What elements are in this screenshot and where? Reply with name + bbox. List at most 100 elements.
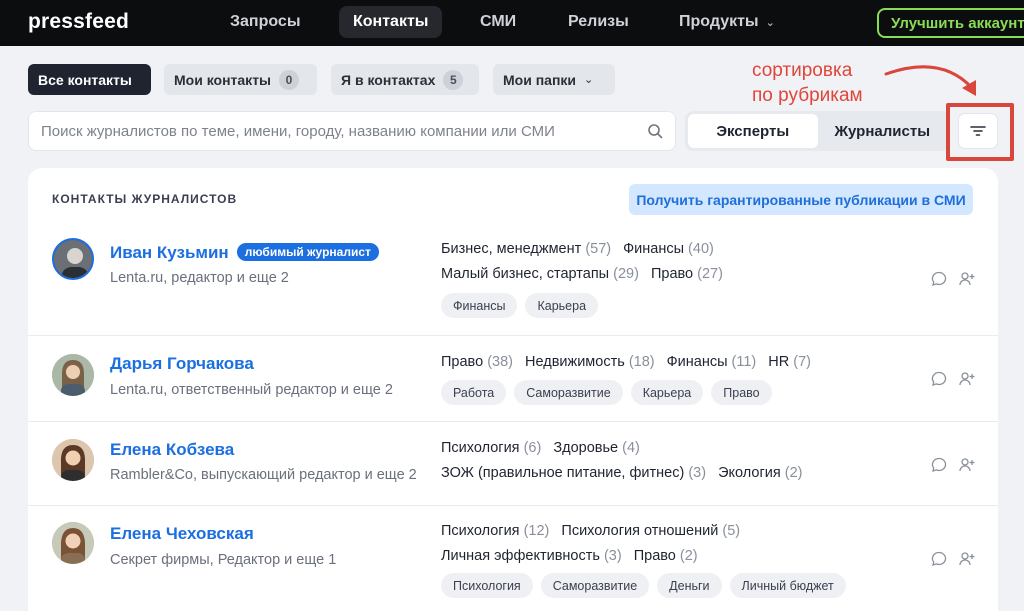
chip-label: Мои папки (503, 71, 577, 88)
contact-name[interactable]: Дарья Горчакова (110, 354, 254, 374)
filter-my-folders[interactable]: Мои папки ⌄ (493, 64, 615, 95)
contact-name-text: Иван Кузьмин (110, 243, 229, 262)
topic-item: ЗОЖ (правильное питание, фитнес) (3) (441, 465, 707, 481)
contact-row[interactable]: Елена Кобзева Rambler&Co, выпускающий ре… (28, 422, 998, 506)
tag[interactable]: Саморазвитие (540, 573, 650, 598)
annotation-text: сортировка по рубрикам (752, 58, 863, 108)
chat-icon[interactable] (930, 270, 948, 288)
contact-actions (930, 456, 976, 474)
tag[interactable]: Деньги (657, 573, 722, 598)
nav-media[interactable]: СМИ (466, 6, 530, 38)
chevron-down-icon: ⌄ (765, 16, 775, 29)
annotation-line: сортировка (752, 60, 853, 81)
filter-i-am-in-contacts[interactable]: Я в контактах 5 (331, 64, 479, 95)
topic-item: Личная эффективность (3) (441, 548, 622, 564)
experts-journalists-toggle: Эксперты Журналисты (685, 111, 950, 151)
tag[interactable]: Личный бюджет (729, 573, 846, 598)
chip-label: Я в контактах (341, 71, 436, 88)
tab-journalists[interactable]: Журналисты (818, 114, 948, 148)
nav-label: СМИ (480, 13, 517, 30)
topic-item: HR (7) (768, 354, 812, 370)
count-badge: 5 (443, 69, 464, 90)
search-input[interactable] (41, 122, 647, 140)
topic-item: Право (38) (441, 354, 513, 370)
chat-icon[interactable] (930, 456, 948, 474)
tag[interactable]: Саморазвитие (514, 380, 623, 405)
topic-item: Психология отношений (5) (561, 523, 741, 539)
tab-experts[interactable]: Эксперты (688, 114, 818, 148)
count-badge: 0 (279, 69, 300, 90)
annotation-line: по рубрикам (752, 85, 863, 106)
nav-releases[interactable]: Релизы (554, 6, 643, 38)
avatar[interactable] (52, 354, 94, 396)
contact-actions (930, 270, 976, 288)
tag[interactable]: Финансы (441, 293, 518, 318)
tag-list: Финансы Карьера (441, 293, 599, 318)
nav-label: Контакты (353, 13, 429, 30)
contact-name[interactable]: Иван Кузьмин любимый журналист (110, 243, 379, 263)
highlight-box (946, 103, 1014, 161)
favorite-badge: любимый журналист (236, 243, 379, 261)
chat-icon[interactable] (930, 550, 948, 568)
contact-subtitle: Rambler&Co, выпускающий редактор и еще 2 (110, 467, 417, 483)
topic-item: Малый бизнес, стартапы (29) (441, 266, 639, 282)
nav-requests[interactable]: Запросы (216, 6, 314, 38)
logo[interactable]: pressfeed (28, 10, 129, 34)
contact-subtitle: Секрет фирмы, Редактор и еще 1 (110, 552, 337, 568)
chip-label: Все контакты (38, 71, 132, 88)
add-contact-icon[interactable] (958, 270, 976, 288)
topic-item: Экология (2) (718, 465, 803, 481)
topic-item: Психология (12) (441, 523, 550, 539)
search-icon[interactable] (647, 123, 663, 139)
contact-topics: Бизнес, менеджмент (57) Финансы (40) Мал… (441, 237, 731, 287)
topic-item: Здоровье (4) (553, 440, 640, 456)
chip-label: Мои контакты (174, 71, 272, 88)
add-contact-icon[interactable] (958, 370, 976, 388)
contact-subtitle: Lenta.ru, ответственный редактор и еще 2 (110, 382, 393, 398)
contacts-card: КОНТАКТЫ ЖУРНАЛИСТОВ Получить гарантиров… (28, 168, 998, 611)
avatar[interactable] (52, 238, 94, 280)
contact-topics: Право (38) Недвижимость (18) Финансы (11… (441, 350, 819, 375)
add-contact-icon[interactable] (958, 456, 976, 474)
contact-topics: Психология (12) Психология отношений (5)… (441, 519, 748, 569)
topic-item: Финансы (11) (666, 354, 757, 370)
contact-row[interactable]: Елена Чеховская Секрет фирмы, Редактор и… (28, 506, 998, 611)
nav-label: Релизы (568, 13, 629, 30)
chevron-down-icon: ⌄ (584, 74, 594, 86)
contact-row[interactable]: Иван Кузьмин любимый журналист Lenta.ru, … (28, 226, 998, 336)
chat-icon[interactable] (930, 370, 948, 388)
topic-item: Право (2) (633, 548, 698, 564)
tag[interactable]: Карьера (525, 293, 599, 318)
avatar[interactable] (52, 439, 94, 481)
section-title: КОНТАКТЫ ЖУРНАЛИСТОВ (52, 192, 238, 206)
avatar[interactable] (52, 522, 94, 564)
nav-products[interactable]: Продукты ⌄ (665, 6, 789, 38)
contact-actions (930, 370, 976, 388)
contact-actions (930, 550, 976, 568)
tag[interactable]: Карьера (630, 380, 704, 405)
filter-my-contacts[interactable]: Мои контакты 0 (164, 64, 317, 95)
topic-item: Психология (6) (441, 440, 542, 456)
top-navbar: pressfeed Запросы Контакты СМИ Релизы Пр… (0, 0, 1024, 46)
nav-label: Продукты (679, 13, 759, 30)
upgrade-account-button[interactable]: Улучшить аккаунт (877, 8, 1024, 38)
tag[interactable]: Работа (441, 380, 507, 405)
tag[interactable]: Психология (441, 573, 533, 598)
filter-all-contacts[interactable]: Все контакты (28, 64, 151, 95)
guaranteed-publications-button[interactable]: Получить гарантированные публикации в СМ… (629, 184, 973, 215)
search-box (28, 111, 676, 151)
tag-list: Работа Саморазвитие Карьера Право (441, 380, 772, 405)
topic-item: Бизнес, менеджмент (57) (441, 241, 612, 257)
tag-list: Психология Саморазвитие Деньги Личный бю… (441, 573, 846, 598)
topic-item: Финансы (40) (623, 241, 714, 257)
tag[interactable]: Право (711, 380, 772, 405)
contact-name[interactable]: Елена Кобзева (110, 440, 234, 460)
nav-label: Запросы (230, 13, 301, 30)
nav-contacts[interactable]: Контакты (339, 6, 443, 38)
contact-row[interactable]: Дарья Горчакова Lenta.ru, ответственный … (28, 336, 998, 422)
contact-subtitle: Lenta.ru, редактор и еще 2 (110, 270, 289, 286)
topic-item: Недвижимость (18) (525, 354, 655, 370)
contact-name[interactable]: Елена Чеховская (110, 524, 254, 544)
add-contact-icon[interactable] (958, 550, 976, 568)
contact-topics: Психология (6) Здоровье (4) ЗОЖ (правиль… (441, 436, 810, 486)
